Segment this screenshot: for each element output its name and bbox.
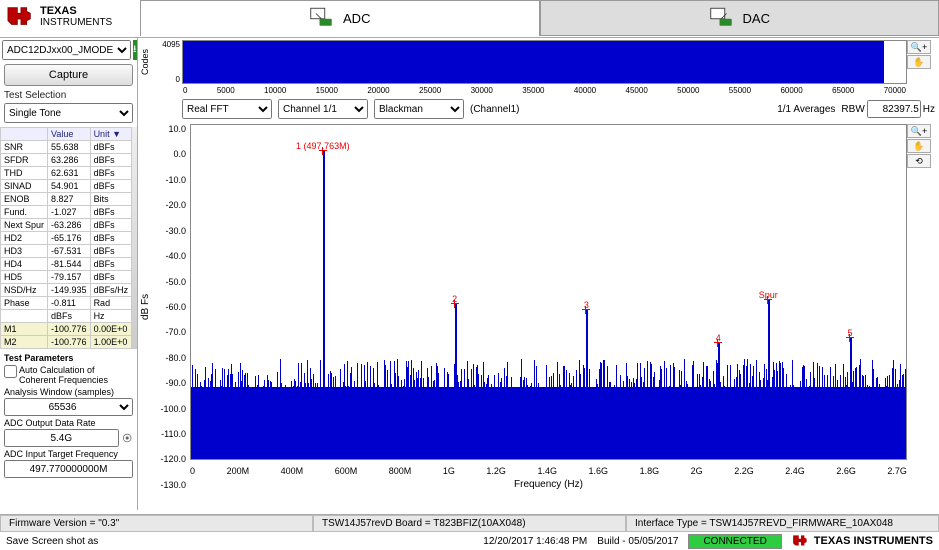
logo-line2: INSTRUMENTS [40,17,112,28]
rbw-input[interactable] [867,100,921,118]
test-type-select[interactable]: Single Tone [4,103,133,123]
metric-row[interactable]: SINAD54.901dBFs [1,180,132,193]
logo-line1: TEXAS [40,5,77,17]
board-id: TSW14J57revD Board = T823BFIZ(10AX048) [313,515,626,532]
tab-adc-label: ADC [343,11,370,26]
build-date: Build - 05/05/2017 [597,536,678,547]
tab-dac-label: DAC [743,11,770,26]
metric-row[interactable]: Next Spur-63.286dBFs [1,219,132,232]
metric-row[interactable]: Phase-0.811Rad [1,297,132,310]
adc-rate-input[interactable] [4,429,119,447]
ti-logo: TEXASINSTRUMENTS [0,0,140,34]
metric-row[interactable]: HD5-79.157dBFs [1,271,132,284]
metric-row[interactable]: M2-100.7761.00E+0 [1,336,132,349]
analysis-window-label: Analysis Window (samples) [4,387,133,397]
fundamental-peak [323,151,325,459]
adc-icon [309,6,337,31]
metric-row[interactable]: HD2-65.176dBFs [1,232,132,245]
interface-type: Interface Type = TSW14J57REVD_FIRMWARE_1… [626,515,939,532]
codes-ylabel: Codes [140,40,154,84]
metric-row[interactable]: dBFsHz [1,310,132,323]
metrics-table: ValueUnit ▼ SNR55.638dBFsSFDR63.286dBFsT… [0,127,132,349]
metric-row[interactable]: SNR55.638dBFs [1,141,132,154]
firmware-version: Firmware Version = "0.3" [0,515,313,532]
fft-ylabel: dB Fs [140,124,156,490]
connect-status: CONNECTED [688,534,781,549]
fft-type-select[interactable]: Real FFT [182,99,272,119]
metric-row[interactable]: Fund.-1.027dBFs [1,206,132,219]
capture-button[interactable]: Capture [4,64,133,86]
window-select[interactable]: Blackman [374,99,464,119]
codes-zoom-icon[interactable]: 🔍+ [907,40,931,54]
auto-calc-checkbox[interactable]: Auto Calculation of Coherent Frequencies [4,365,133,385]
download-button[interactable]: ⭳ [133,40,137,60]
harmonic-3 [586,310,588,459]
adc-target-label: ADC Input Target Frequency [4,449,133,459]
device-select[interactable]: ADC12DJxx00_JMODE [2,40,131,60]
save-screenshot[interactable]: Save Screen shot as [6,536,98,547]
metric-row[interactable]: HD4-81.544dBFs [1,258,132,271]
channel-select[interactable]: Channel 1/1 [278,99,368,119]
spur-peak [768,300,770,459]
codes-plot-canvas[interactable]: 0500010000150002000025000300003500040000… [182,40,907,84]
adc-target-input[interactable] [4,460,133,478]
metric-row[interactable]: ENOB8.827Bits [1,193,132,206]
fft-plot-canvas[interactable]: 1 (497.763M)2345Spur [190,124,907,460]
metric-row[interactable]: M1-100.7760.00E+0 [1,323,132,336]
metric-row[interactable]: HD3-67.531dBFs [1,245,132,258]
dac-icon [709,6,737,31]
adc-rate-label: ADC Output Data Rate [4,418,133,428]
harmonic-4 [718,343,720,459]
metric-row[interactable]: NSD/Hz-149.935dBFs/Hz [1,284,132,297]
test-selection-label: Test Selection [0,88,137,103]
tab-dac[interactable]: DAC [540,0,939,36]
test-params-title: Test Parameters [4,353,133,363]
rbw-label: RBW [841,104,864,115]
table-scrollbar[interactable] [132,127,137,349]
tab-adc[interactable]: ADC [140,0,540,36]
harmonic-2 [455,304,457,459]
timestamp: 12/20/2017 1:46:48 PM [483,536,587,547]
metric-row[interactable]: SFDR63.286dBFs [1,154,132,167]
averages-label: 1/1 Averages [777,104,835,115]
fft-pan-icon[interactable]: ✋ [907,139,931,153]
analysis-window-select[interactable]: 65536 [4,398,133,416]
harmonic-5 [850,338,852,459]
fft-zoom-icon[interactable]: 🔍+ [907,124,931,138]
codes-data [183,41,884,83]
ti-logo-small: TEXAS INSTRUMENTS [792,533,933,549]
gear-icon[interactable] [121,431,133,445]
metric-row[interactable]: THD62.631dBFs [1,167,132,180]
rbw-unit: Hz [923,104,935,115]
codes-pan-icon[interactable]: ✋ [907,55,931,69]
fft-xlabel: Frequency (Hz) [190,479,907,490]
channel-label: (Channel1) [470,104,519,115]
fft-reset-icon[interactable]: ⟲ [907,154,931,168]
